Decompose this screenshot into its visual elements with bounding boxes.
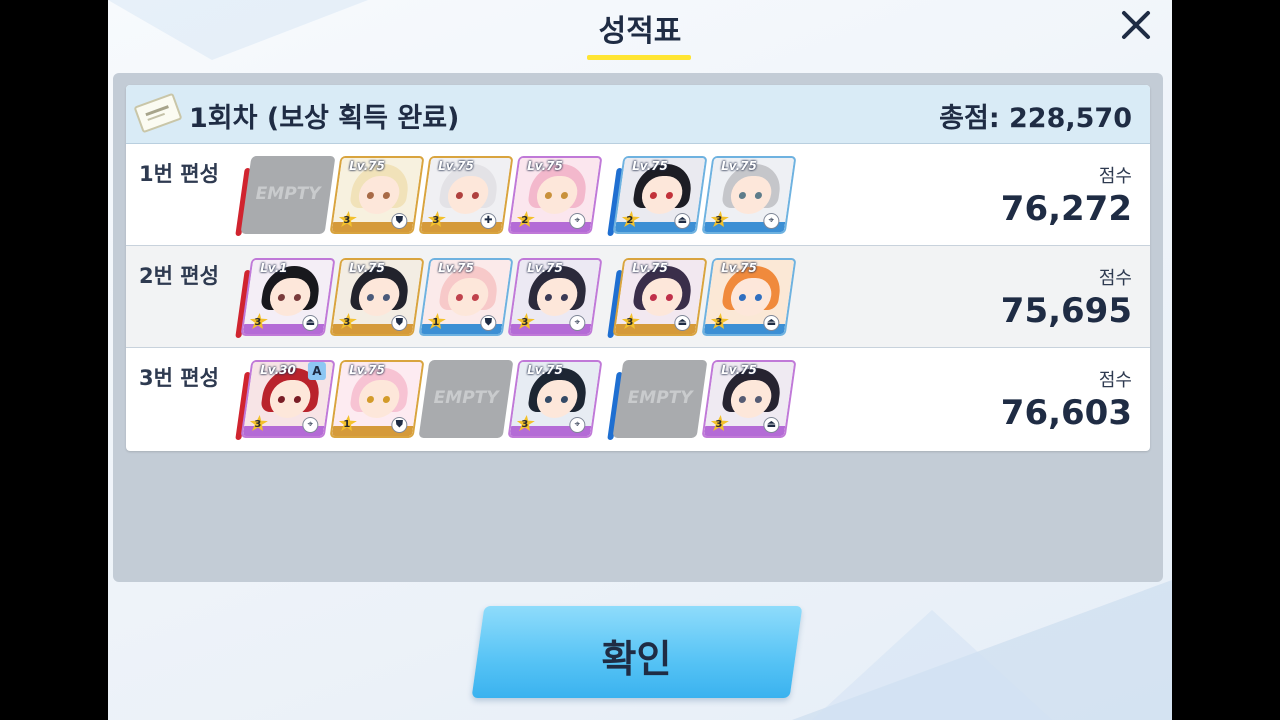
star-count: 3 [343,215,351,226]
star-count: 2 [626,215,634,226]
score-label: 점수 [1098,370,1132,391]
title-underline [587,55,691,60]
character-slot[interactable]: Lv.75 3 ⛊ [329,156,425,234]
support-icon: ⏏ [674,213,691,229]
star-count: 3 [626,317,634,328]
level-label: Lv.75 [349,261,385,275]
character-slot[interactable]: Lv.75 1 ⛊ [329,360,425,438]
level-label: Lv.75 [349,159,385,173]
team-row: 3번 편성 Lv.30 3 ⌖ A Lv.75 1 ⛊ EMPTY Lv.75 3 ⌖ EMPTY Lv.… [126,348,1150,450]
level-label: Lv.75 [721,363,757,377]
team-row: 2번 편성 Lv.1 3 ⏏ Lv.75 3 ⛊ Lv.75 1 ⛊ Lv.75 3 ⌖ Lv.75 3 ⏏ L… [126,246,1150,348]
scoreboard-screen: 성적표 1회차 (보상 획득 완료) 총점: 228,570 1번 편성 EMPT… [108,0,1172,720]
shield-icon: ⛊ [480,315,497,331]
shield-icon: ⛊ [391,315,408,331]
empty-slot[interactable]: EMPTY [418,360,514,438]
star-count: 3 [343,317,351,328]
heal-icon: ✚ [480,213,497,229]
page-title: 성적표 [598,14,682,49]
star-count: 3 [432,215,440,226]
score-label: 점수 [1098,166,1132,187]
round-title: 1회차 (보상 획득 완료) [189,103,460,134]
confirm-button[interactable]: 확인 [471,606,803,698]
character-slot[interactable]: Lv.30 3 ⌖ A [240,360,336,438]
level-label: Lv.75 [349,363,385,377]
character-slot[interactable]: Lv.75 3 ⏏ [612,258,708,336]
empty-slot-label: EMPTY [433,388,499,408]
rank-badge: A [307,362,326,380]
character-slot[interactable]: Lv.75 3 ⛊ [329,258,425,336]
empty-slot-label: EMPTY [627,388,693,408]
level-label: Lv.75 [527,159,563,173]
support-icon: ⏏ [302,315,319,331]
level-label: Lv.75 [632,159,668,173]
target-icon: ⌖ [569,417,586,433]
star-count: 3 [715,419,723,430]
team-score: 76,603 [1000,393,1132,433]
character-slot[interactable]: Lv.75 2 ⌖ [507,156,603,234]
score-label: 점수 [1098,268,1132,289]
empty-slot-label: EMPTY [255,184,321,204]
level-label: Lv.75 [721,159,757,173]
star-count: 3 [521,419,529,430]
target-icon: ⌖ [569,213,586,229]
character-slot[interactable]: Lv.75 3 ⏏ [701,258,797,336]
level-label: Lv.75 [438,159,474,173]
star-count: 1 [432,317,440,328]
character-slot[interactable]: Lv.75 3 ⏏ [701,360,797,438]
character-slot[interactable]: Lv.75 2 ⏏ [612,156,708,234]
total-score: 총점: 228,570 [939,103,1132,134]
round-header: 1회차 (보상 획득 완료) 총점: 228,570 [126,85,1150,144]
team-row: 1번 편성 EMPTY Lv.75 3 ⛊ Lv.75 3 ✚ Lv.75 2 ⌖ Lv.75 2 ⏏ Lv… [126,144,1150,246]
star-count: 3 [715,317,723,328]
support-icon: ⏏ [674,315,691,331]
star-count: 1 [343,419,351,430]
character-slot[interactable]: Lv.75 3 ⌖ [507,360,603,438]
star-count: 3 [521,317,529,328]
support-icon: ⏏ [763,417,780,433]
target-icon: ⌖ [569,315,586,331]
empty-slot[interactable]: EMPTY [240,156,336,234]
support-icon: ⏏ [763,315,780,331]
close-button[interactable] [1118,6,1154,42]
round-card: 1회차 (보상 획득 완료) 총점: 228,570 1번 편성 EMPTY Lv.… [126,85,1150,451]
character-slot[interactable]: Lv.75 3 ⌖ [701,156,797,234]
team-list: 1번 편성 EMPTY Lv.75 3 ⛊ Lv.75 3 ✚ Lv.75 2 ⌖ Lv.75 2 ⏏ Lv… [126,144,1150,450]
team-label: 2번 편성 [139,264,219,288]
character-slot[interactable]: Lv.75 1 ⛊ [418,258,514,336]
confirm-button-label: 확인 [601,637,672,681]
ticket-icon [133,92,183,134]
level-label: Lv.30 [260,363,296,377]
character-slot[interactable]: Lv.75 3 ✚ [418,156,514,234]
level-label: Lv.75 [632,261,668,275]
team-label: 3번 편성 [139,366,219,390]
shield-icon: ⛊ [391,213,408,229]
team-score: 76,272 [1000,189,1132,229]
team-label: 1번 편성 [139,162,219,186]
level-label: Lv.1 [260,261,288,275]
level-label: Lv.75 [527,261,563,275]
star-count: 3 [254,419,262,430]
star-count: 3 [254,317,262,328]
shield-icon: ⛊ [391,417,408,433]
star-count: 2 [521,215,529,226]
star-count: 3 [715,215,723,226]
empty-slot[interactable]: EMPTY [612,360,708,438]
level-label: Lv.75 [721,261,757,275]
results-panel: 1회차 (보상 획득 완료) 총점: 228,570 1번 편성 EMPTY Lv.… [113,73,1163,582]
level-label: Lv.75 [527,363,563,377]
target-icon: ⌖ [763,213,780,229]
target-icon: ⌖ [302,417,319,433]
level-label: Lv.75 [438,261,474,275]
character-slot[interactable]: Lv.75 3 ⌖ [507,258,603,336]
character-slot[interactable]: Lv.1 3 ⏏ [240,258,336,336]
team-score: 75,695 [1000,291,1132,331]
